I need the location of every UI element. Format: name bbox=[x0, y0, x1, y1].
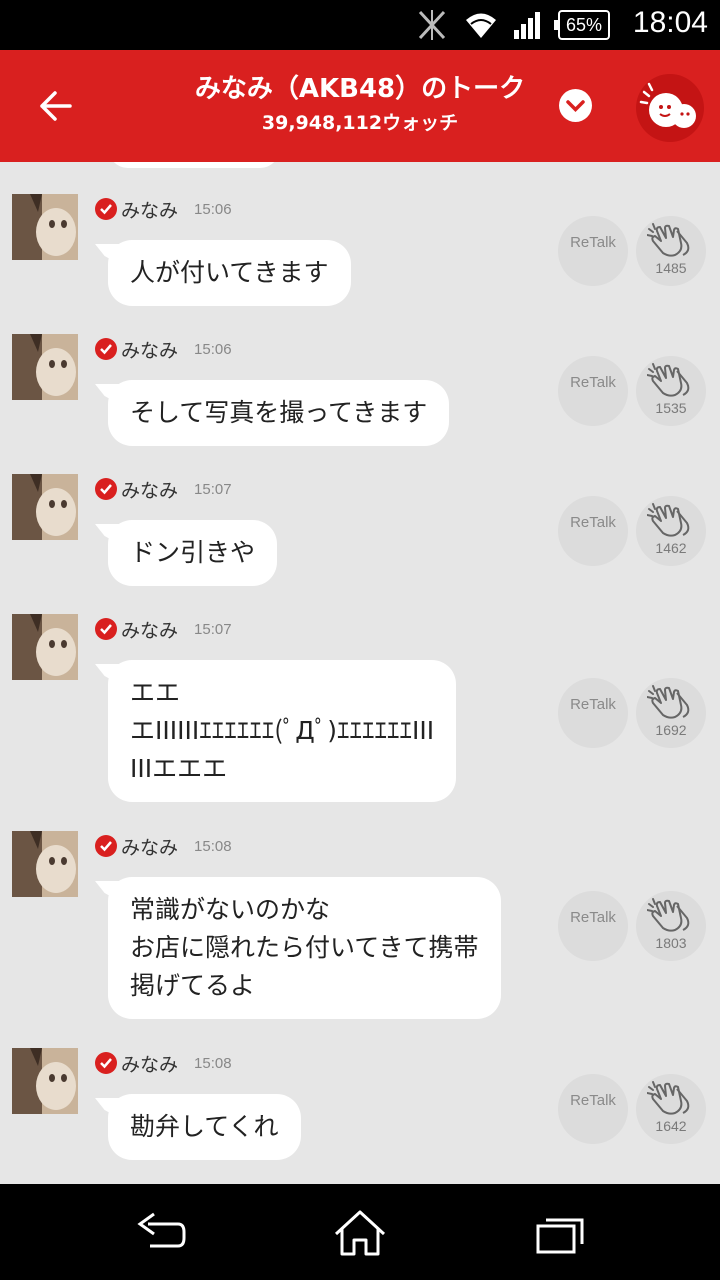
watch-count: 39,948,112ウォッチ bbox=[261, 112, 459, 134]
clap-button[interactable]: 1462 bbox=[636, 496, 706, 566]
clap-icon bbox=[647, 1081, 690, 1115]
message-meta: みなみ 15:08 bbox=[95, 833, 232, 859]
clap-button[interactable]: 1803 bbox=[636, 891, 706, 961]
message-time: 15:07 bbox=[194, 620, 232, 638]
retalk-button[interactable]: ReTalk bbox=[558, 678, 628, 748]
navigation-bar bbox=[0, 1184, 720, 1280]
cellular-signal-icon bbox=[514, 12, 540, 39]
retalk-button[interactable]: ReTalk bbox=[558, 496, 628, 566]
message-bubble[interactable]: ドン引きや bbox=[108, 520, 278, 586]
avatar[interactable] bbox=[12, 474, 78, 540]
message-bubble[interactable]: エエ エIIIIIIｴｴｴｴｴｴ(ﾟДﾟ)ｴｴｴｴｴｴIII IIIエエエ bbox=[108, 660, 457, 802]
clap-count: 1692 bbox=[655, 722, 687, 738]
message-time: 15:07 bbox=[194, 480, 232, 498]
clap-icon bbox=[647, 898, 690, 932]
message-bubble[interactable]: 常識がないのかな お店に隠れたら付いてきて携帯 掲げてるよ bbox=[108, 877, 501, 1019]
clap-count: 1462 bbox=[655, 540, 687, 556]
avatar-photo bbox=[12, 614, 78, 680]
avatar[interactable] bbox=[12, 1048, 78, 1114]
sender-name[interactable]: みなみ bbox=[121, 336, 178, 363]
clap-button[interactable]: 1642 bbox=[636, 1074, 706, 1144]
sender-name[interactable]: みなみ bbox=[121, 476, 178, 503]
verified-check-icon bbox=[95, 338, 117, 360]
mascot-icon bbox=[639, 82, 696, 128]
message-time: 15:06 bbox=[194, 200, 232, 218]
clap-icon bbox=[647, 223, 690, 257]
battery-icon: 65% bbox=[554, 10, 610, 40]
sender-name[interactable]: みなみ bbox=[121, 1050, 178, 1077]
sender-name[interactable]: みなみ bbox=[121, 616, 178, 643]
verified-check-icon bbox=[95, 478, 117, 500]
signal-blocked-icon bbox=[418, 10, 446, 40]
chevron-down-icon bbox=[566, 100, 585, 112]
message-bubble[interactable]: 勘弁してくれ bbox=[108, 1094, 301, 1160]
talk-header: みなみ（AKB48）のトーク 39,948,112ウォッチ bbox=[0, 50, 720, 162]
verified-check-icon bbox=[95, 618, 117, 640]
verified-check-icon bbox=[95, 1052, 117, 1074]
retalk-button[interactable]: ReTalk bbox=[558, 216, 628, 286]
message-meta: みなみ 15:08 bbox=[95, 1050, 232, 1076]
retalk-button[interactable]: ReTalk bbox=[558, 891, 628, 961]
message-time: 15:08 bbox=[194, 837, 232, 855]
back-icon[interactable] bbox=[130, 1208, 190, 1258]
message-meta: みなみ 15:07 bbox=[95, 476, 232, 502]
message-meta: みなみ 15:06 bbox=[95, 196, 232, 222]
chat-area[interactable]: みなみ 15:06 人が付いてきます ReTalk 1485 みなみ 15:06 そして写真を… bbox=[0, 162, 720, 1184]
message-meta: みなみ 15:07 bbox=[95, 616, 232, 642]
clap-count: 1803 bbox=[655, 935, 687, 951]
status-bar: 65% 18:04 bbox=[0, 0, 720, 50]
avatar-photo bbox=[12, 831, 78, 897]
dropdown-button[interactable] bbox=[559, 89, 592, 122]
avatar-photo bbox=[12, 1048, 78, 1114]
message-time: 15:06 bbox=[194, 340, 232, 358]
avatar-photo bbox=[12, 334, 78, 400]
clock: 18:04 bbox=[632, 6, 708, 39]
clap-button[interactable]: 1535 bbox=[636, 356, 706, 426]
avatar[interactable] bbox=[12, 194, 78, 260]
message-bubble[interactable]: 人が付いてきます bbox=[108, 240, 351, 306]
retalk-button[interactable]: ReTalk bbox=[558, 356, 628, 426]
avatar[interactable] bbox=[12, 614, 78, 680]
message-bubble[interactable]: そして写真を撮ってきます bbox=[108, 380, 450, 446]
verified-check-icon bbox=[95, 835, 117, 857]
sender-name[interactable]: みなみ bbox=[121, 833, 178, 860]
clap-count: 1535 bbox=[655, 400, 687, 416]
avatar-photo bbox=[12, 194, 78, 260]
back-arrow-icon[interactable] bbox=[36, 86, 76, 126]
talk-title: みなみ（AKB48）のトーク bbox=[194, 74, 526, 104]
clap-count: 1485 bbox=[655, 260, 687, 276]
avatar[interactable] bbox=[12, 334, 78, 400]
clap-icon bbox=[647, 363, 690, 397]
verified-check-icon bbox=[95, 198, 117, 220]
mascot-button[interactable] bbox=[636, 74, 704, 142]
retalk-button[interactable]: ReTalk bbox=[558, 1074, 628, 1144]
battery-level: 65% bbox=[565, 15, 603, 35]
sender-name[interactable]: みなみ bbox=[121, 196, 178, 223]
clap-icon bbox=[647, 685, 690, 719]
home-icon[interactable] bbox=[330, 1208, 390, 1258]
message-time: 15:08 bbox=[194, 1054, 232, 1072]
status-icons: 65% bbox=[414, 8, 610, 42]
wifi-icon bbox=[466, 13, 496, 38]
clap-count: 1642 bbox=[655, 1118, 687, 1134]
clap-button[interactable]: 1692 bbox=[636, 678, 706, 748]
clap-button[interactable]: 1485 bbox=[636, 216, 706, 286]
previous-message-bubble bbox=[108, 162, 280, 168]
avatar-photo bbox=[12, 474, 78, 540]
avatar[interactable] bbox=[12, 831, 78, 897]
message-meta: みなみ 15:06 bbox=[95, 336, 232, 362]
recent-apps-icon[interactable] bbox=[530, 1208, 590, 1258]
clap-icon bbox=[647, 503, 690, 537]
